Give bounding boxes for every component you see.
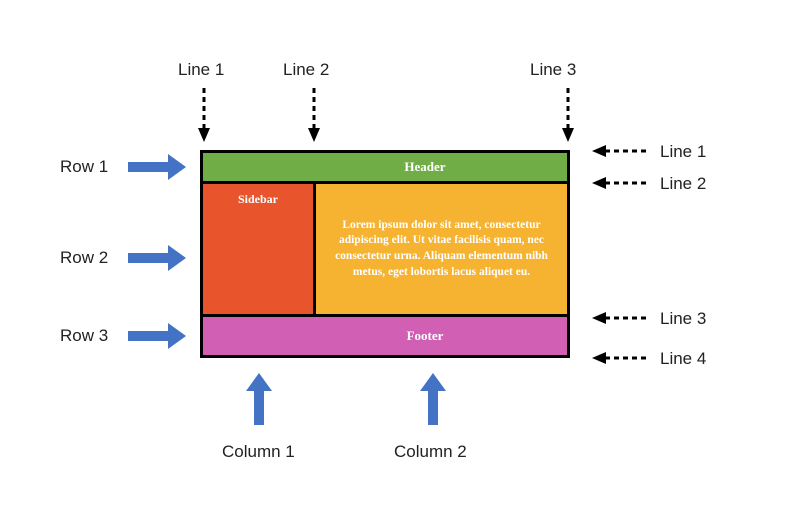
layout-grid: Header Sidebar Lorem ipsum dolor sit ame…: [200, 150, 570, 358]
top-line3-arrow: [562, 88, 574, 144]
col1-label: Column 1: [222, 442, 295, 462]
top-line1-label: Line 1: [178, 60, 224, 80]
top-line1-arrow: [198, 88, 210, 144]
right-line4-arrow: [590, 352, 646, 364]
content-text: Lorem ipsum dolor sit amet, consectetur …: [320, 218, 563, 280]
footer-cell: Footer: [203, 317, 567, 355]
right-line2-arrow: [590, 177, 646, 189]
row2-arrow: [128, 245, 188, 271]
right-line3-arrow: [590, 312, 646, 324]
header-cell: Header: [203, 153, 567, 181]
header-label: Header: [404, 159, 445, 175]
top-line2-arrow: [308, 88, 320, 144]
row3-arrow: [128, 323, 188, 349]
row3-label: Row 3: [60, 326, 108, 346]
right-line4-label: Line 4: [660, 349, 706, 369]
footer-label: Footer: [407, 328, 444, 344]
right-line1-label: Line 1: [660, 142, 706, 162]
top-line3-label: Line 3: [530, 60, 576, 80]
right-line3-label: Line 3: [660, 309, 706, 329]
right-line1-arrow: [590, 145, 646, 157]
row1-arrow: [128, 154, 188, 180]
sidebar-label: Sidebar: [238, 192, 278, 207]
top-line2-label: Line 2: [283, 60, 329, 80]
sidebar-cell: Sidebar: [203, 184, 313, 314]
row2-label: Row 2: [60, 248, 108, 268]
row1-label: Row 1: [60, 157, 108, 177]
col2-arrow: [420, 373, 446, 425]
right-line2-label: Line 2: [660, 174, 706, 194]
content-cell: Lorem ipsum dolor sit amet, consectetur …: [316, 184, 567, 314]
col1-arrow: [246, 373, 272, 425]
col2-label: Column 2: [394, 442, 467, 462]
